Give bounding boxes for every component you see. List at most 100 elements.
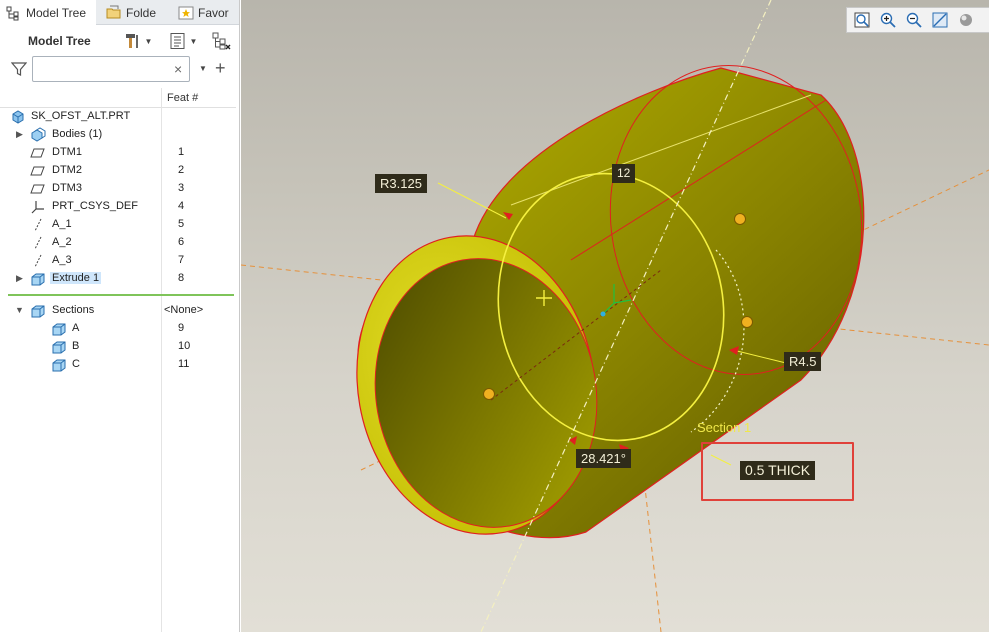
- tree-item-label: A_2: [52, 236, 72, 248]
- panel-title: Model Tree: [28, 34, 91, 48]
- csys-icon: [31, 201, 44, 214]
- feat-number: 7: [178, 254, 185, 266]
- tree-item-label: Sections: [52, 304, 95, 316]
- datum-plane-icon: [30, 166, 45, 176]
- tree-item-dtm1[interactable]: DTM1 1: [0, 144, 236, 162]
- tree-item-sections[interactable]: ▼ Sections <None>: [0, 302, 236, 320]
- search-row: × ▼ +: [0, 56, 239, 84]
- column-header-row: Feat #: [0, 88, 236, 108]
- feat-number: 6: [178, 236, 185, 248]
- tree-item-extrude-1[interactable]: ▶ Extrude 1 8: [0, 270, 236, 288]
- tab-folder-browser[interactable]: Folde: [100, 0, 170, 25]
- tree-item-label: Bodies (1): [52, 128, 103, 140]
- refit-icon: [854, 12, 870, 28]
- expand-arrow-icon[interactable]: ▶: [16, 129, 23, 140]
- tree-filter-button[interactable]: [208, 30, 234, 52]
- feat-number: 5: [178, 218, 185, 230]
- feat-number: 4: [178, 200, 185, 212]
- dimension-12[interactable]: 12: [612, 164, 636, 183]
- feat-number: 11: [178, 358, 190, 370]
- tree-item-dtm2[interactable]: DTM2 2: [0, 162, 236, 180]
- tab-model-tree[interactable]: Model Tree: [0, 0, 96, 26]
- tree-item-label: A_3: [52, 254, 72, 266]
- datum-plane-icon: [30, 148, 45, 158]
- tree-item-section-c[interactable]: C 11: [0, 356, 236, 374]
- tree-item-csys[interactable]: PRT_CSYS_DEF 4: [0, 198, 236, 216]
- tree-item-label: DTM3: [52, 182, 82, 194]
- tree-item-a2[interactable]: A_2 6: [0, 234, 236, 252]
- datum-axis-icon: [34, 236, 42, 250]
- part-icon: [12, 110, 24, 124]
- zoom-out-button[interactable]: [903, 10, 925, 30]
- search-input[interactable]: [32, 56, 190, 82]
- feat-number: 2: [178, 164, 185, 176]
- tree-toolbar: Model Tree ▼ ▼: [0, 26, 239, 56]
- datum-axis-icon: [34, 218, 42, 232]
- feat-number: 8: [178, 272, 185, 284]
- tree-item-label: A_1: [52, 218, 72, 230]
- datum-axis-icon: [34, 254, 42, 268]
- model-graphics[interactable]: [241, 0, 989, 632]
- section-icon: [52, 341, 66, 354]
- tree-item-label: A: [72, 322, 80, 334]
- tree-item-section-b[interactable]: B 10: [0, 338, 236, 356]
- feat-column-header[interactable]: Feat #: [167, 92, 198, 104]
- repaint-icon: [932, 12, 948, 28]
- axis-point-marker[interactable]: [741, 316, 753, 328]
- chevron-down-icon[interactable]: ▼: [199, 64, 207, 73]
- show-dropdown-button[interactable]: ▼: [164, 30, 202, 52]
- axis-point-marker[interactable]: [734, 213, 746, 225]
- filter-icon[interactable]: [11, 61, 27, 77]
- folder-browser-icon: [106, 5, 121, 18]
- model-tree-panel: Model Tree Folde Favor Model Tree ▼ ▼ × …: [0, 0, 240, 632]
- tree-item-label: C: [72, 358, 80, 370]
- sections-icon: [31, 305, 45, 318]
- display-style-button[interactable]: [955, 10, 977, 30]
- tree-item-a3[interactable]: A_3 7: [0, 252, 236, 270]
- extrude-icon: [31, 273, 45, 286]
- insert-indicator[interactable]: [8, 294, 234, 296]
- tree-item-label: Extrude 1: [50, 272, 102, 284]
- favorites-icon: [178, 6, 194, 19]
- dimension-radius-r45[interactable]: R4.5: [784, 352, 822, 371]
- close-icon[interactable]: ×: [174, 61, 182, 77]
- graphics-viewport[interactable]: R3.125 12 R4.5 28.421° Section 1 0.5 THI…: [241, 0, 989, 632]
- graphics-toolbar: [846, 7, 989, 33]
- list-settings-icon: [170, 33, 185, 49]
- feat-number: 1: [178, 146, 185, 158]
- dimension-radius-r3125[interactable]: R3.125: [375, 174, 427, 193]
- section-icon: [52, 359, 66, 372]
- navigator-tabs: Model Tree Folde Favor: [0, 0, 239, 26]
- repaint-button[interactable]: [929, 10, 951, 30]
- tree-item-dtm3[interactable]: DTM3 3: [0, 180, 236, 198]
- datum-plane-icon: [30, 184, 45, 194]
- refit-button[interactable]: [851, 10, 873, 30]
- tree-item-label: SK_OFST_ALT.PRT: [31, 110, 131, 122]
- chevron-down-icon: ▼: [189, 36, 198, 46]
- tree-item-bodies[interactable]: ▶ Bodies (1): [0, 126, 236, 144]
- tab-label: Favor: [198, 5, 229, 20]
- zoom-in-button[interactable]: [877, 10, 899, 30]
- settings-dropdown-button[interactable]: ▼: [119, 30, 157, 52]
- tree-item-root-part[interactable]: SK_OFST_ALT.PRT: [0, 108, 236, 126]
- tree-item-label: B: [72, 340, 80, 352]
- tree-filter-icon: [212, 32, 231, 50]
- tree-item-a1[interactable]: A_1 5: [0, 216, 236, 234]
- section-icon: [52, 323, 66, 336]
- add-icon[interactable]: +: [215, 58, 226, 79]
- feat-number: 10: [178, 340, 191, 352]
- collapse-arrow-icon[interactable]: ▼: [15, 305, 24, 315]
- tree-item-label: DTM2: [52, 164, 82, 176]
- tab-favorites[interactable]: Favor: [172, 0, 239, 25]
- zoom-out-icon: [906, 12, 922, 28]
- tree-item-section-a[interactable]: A 9: [0, 320, 236, 338]
- dimension-angle[interactable]: 28.421°: [576, 449, 631, 468]
- expand-arrow-icon[interactable]: ▶: [16, 273, 23, 284]
- bodies-icon: [31, 127, 46, 142]
- tab-label: Folde: [126, 5, 157, 20]
- axis-point-marker[interactable]: [483, 388, 495, 400]
- section-label[interactable]: Section 1: [697, 420, 751, 435]
- annotation-highlight-box: [701, 442, 854, 501]
- tree-item-label: DTM1: [52, 146, 82, 158]
- feat-number: 9: [178, 322, 185, 334]
